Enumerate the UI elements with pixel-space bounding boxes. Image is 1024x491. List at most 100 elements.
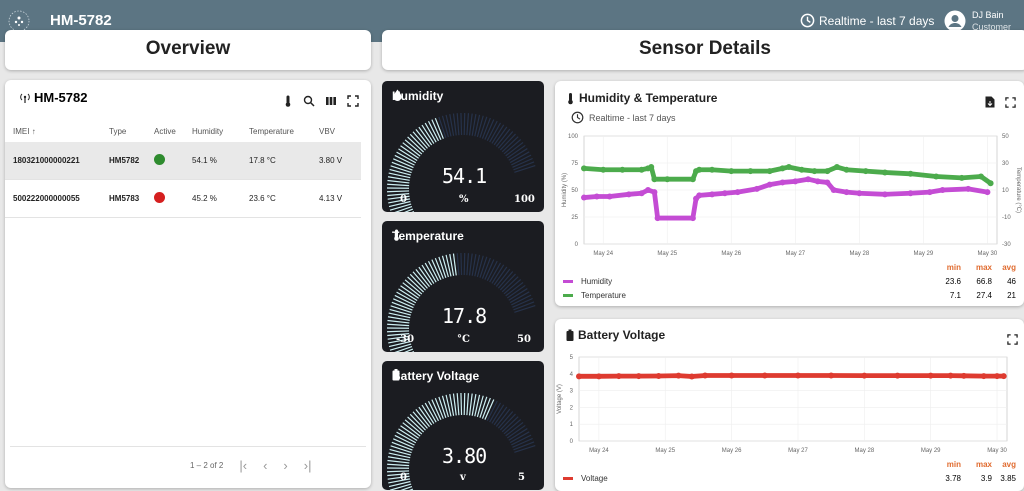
data-point xyxy=(709,191,716,198)
data-point xyxy=(861,372,868,379)
table-row[interactable]: 180321000000221 HM5782 54.1 % 17.8 °C 3.… xyxy=(5,142,361,180)
data-point xyxy=(843,189,850,196)
time-range-label: Realtime - last 7 days xyxy=(819,13,935,28)
data-point xyxy=(805,176,812,183)
gauge-value: 17.8 xyxy=(442,304,487,328)
y-tick-label: 2 xyxy=(570,405,574,411)
last-page-icon[interactable]: ›| xyxy=(304,458,312,473)
overview-title: Overview xyxy=(145,38,231,59)
stat-header-avg: avg xyxy=(1002,460,1016,469)
previous-page-icon[interactable]: ‹ xyxy=(263,458,267,473)
gauge-tick-filled xyxy=(390,165,412,174)
first-page-icon[interactable]: |‹ xyxy=(239,458,247,473)
data-point xyxy=(926,189,933,196)
x-tick-label: May 29 xyxy=(914,251,934,257)
data-point xyxy=(721,190,728,197)
y2-tick-label: 10 xyxy=(1002,188,1009,194)
sort-arrow-icon: ↑ xyxy=(31,126,36,136)
col-header-vbv[interactable]: VBV xyxy=(313,127,361,136)
gauge-tick-empty xyxy=(460,113,463,136)
data-point xyxy=(761,372,768,379)
pagination: 1 – 2 of 2 |‹ ‹ › ›| xyxy=(190,458,311,473)
table-toolbar xyxy=(283,95,359,107)
stat-avg: 3.85 xyxy=(1000,473,1016,483)
gauge-tick-empty xyxy=(468,113,473,136)
col-header-imei[interactable]: IMEI ↑ xyxy=(5,127,103,136)
data-point xyxy=(779,179,786,186)
battery-voltage-chart: May 24 May 25 May 26 May 27 May 28 May 29 May … xyxy=(557,355,1008,454)
y2-tick-label: 30 xyxy=(1002,161,1009,167)
series-line-humidity xyxy=(583,176,988,221)
data-point xyxy=(960,372,967,379)
data-point xyxy=(702,372,709,379)
table-header: IMEI ↑ Type Active Humidity Temperature … xyxy=(5,120,361,142)
data-point xyxy=(843,166,850,173)
legend-swatch xyxy=(563,279,573,283)
data-point xyxy=(811,168,818,175)
thermometer-icon[interactable] xyxy=(283,95,293,107)
gauge-tick-filled xyxy=(387,463,410,467)
gauge-tick-filled xyxy=(387,183,410,187)
stat-max: 66.8 xyxy=(976,276,992,286)
device-title: HM-5782 xyxy=(50,12,112,29)
next-page-icon[interactable]: › xyxy=(283,458,287,473)
y-axis-label: Voltage (V) xyxy=(557,384,563,414)
data-point xyxy=(675,372,682,379)
data-point xyxy=(766,181,773,188)
col-header-temperature[interactable]: Temperature xyxy=(243,127,313,136)
data-point xyxy=(830,187,837,193)
y-tick-label: 50 xyxy=(571,188,578,194)
col-header-humidity[interactable]: Humidity xyxy=(186,127,243,136)
gauge-min: -30 xyxy=(396,334,415,345)
gauge-tick-filled xyxy=(389,483,412,490)
water-drop-icon xyxy=(393,89,402,101)
gauge-tick-empty xyxy=(456,253,460,276)
col-header-type[interactable]: Type xyxy=(103,127,148,136)
search-icon[interactable] xyxy=(303,95,315,107)
y-tick-label: 0 xyxy=(570,439,574,445)
data-point xyxy=(814,178,821,185)
gauge-max: 5 xyxy=(518,472,525,483)
data-point xyxy=(939,187,946,193)
data-point xyxy=(645,187,652,193)
col-header-active[interactable]: Active xyxy=(148,127,186,136)
humidity-cell: 45.2 % xyxy=(192,194,217,203)
plot-frame xyxy=(578,356,1008,442)
fullscreen-icon[interactable] xyxy=(347,95,359,107)
legend-item-humidity[interactable]: Humidity xyxy=(563,274,626,288)
data-point xyxy=(987,180,994,187)
table-row[interactable]: 500222000000055 HM5783 45.2 % 23.6 °C 4.… xyxy=(5,180,361,218)
stat-min: 23.6 xyxy=(945,276,961,286)
time-range-selector[interactable]: Realtime - last 7 days xyxy=(800,13,934,28)
data-point xyxy=(907,190,914,197)
chart-stats: min max avg 3.78 3.9 3.85 xyxy=(935,460,1016,485)
columns-icon[interactable] xyxy=(325,95,337,107)
clock-icon xyxy=(800,13,815,28)
data-point xyxy=(856,190,863,197)
gauge-tick-empty xyxy=(468,253,473,276)
data-point xyxy=(828,372,835,379)
data-point xyxy=(689,215,696,222)
gauge-tick-empty xyxy=(514,164,536,173)
stat-min: 7.1 xyxy=(949,290,961,300)
legend-item-temperature[interactable]: Temperature xyxy=(563,288,626,302)
data-point xyxy=(615,373,622,380)
gauge-tick-filled xyxy=(390,305,412,314)
stat-header-min: min xyxy=(946,263,961,272)
data-point xyxy=(655,372,662,379)
gauge-tick-filled xyxy=(456,393,460,416)
legend-swatch xyxy=(563,293,573,297)
data-point xyxy=(600,166,607,173)
device-header: HM-5782 xyxy=(19,90,87,105)
legend-item-voltage[interactable]: Voltage xyxy=(563,471,608,485)
stat-max: 3.9 xyxy=(980,473,992,483)
gauge-tick-empty xyxy=(514,304,536,313)
battery-icon xyxy=(392,369,400,381)
x-tick-label: May 27 xyxy=(788,448,808,454)
gauge-tick-empty xyxy=(466,113,470,136)
data-point xyxy=(696,192,703,199)
x-tick-label: May 26 xyxy=(721,251,741,257)
data-point xyxy=(862,168,869,175)
gauge-title: Temperature xyxy=(392,229,464,243)
y2-tick-label: -10 xyxy=(1002,215,1011,221)
